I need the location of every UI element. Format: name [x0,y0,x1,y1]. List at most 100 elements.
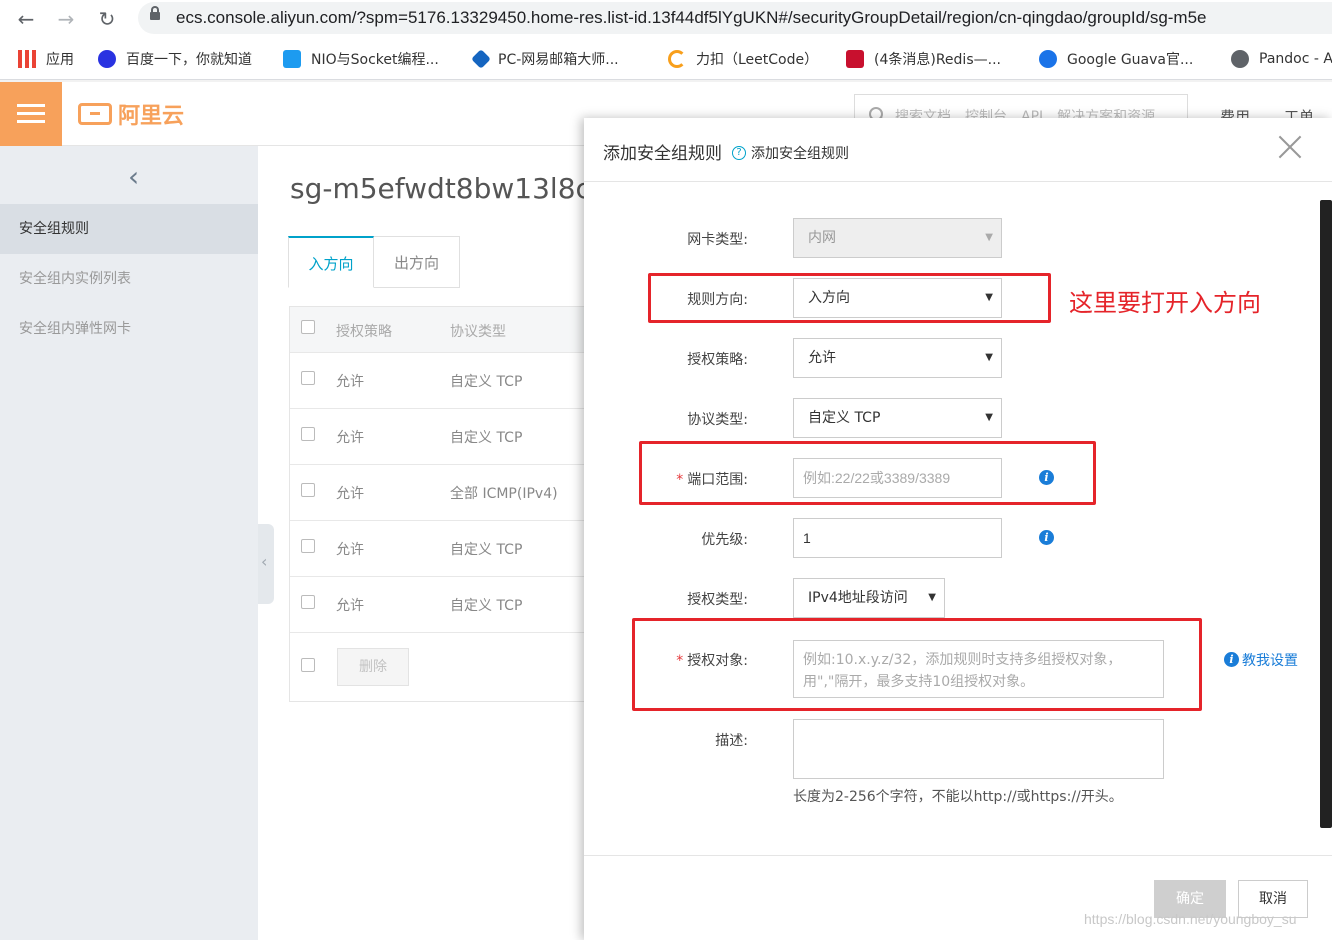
protocol-select[interactable]: 自定义 TCP ▼ [793,398,1002,438]
chevron-down-icon: ▼ [985,412,993,423]
delete-button[interactable]: 删除 [337,648,409,686]
dialog-scrollbar[interactable] [1320,200,1332,828]
dialog-help-link[interactable]: 添加安全组规则 [751,143,849,163]
back-chevron-icon[interactable]: ‹ [128,160,139,193]
row-checkbox[interactable] [301,595,315,609]
bookmark-apps[interactable]: 应用 [18,48,74,70]
row-checkbox[interactable] [301,371,315,385]
annotation-box-direction [648,273,1051,323]
table-row: 允许 全部 ICMP(IPv4) [290,465,590,521]
bookmark-nio[interactable]: NIO与Socket编程... [283,48,439,70]
annotation-text: 这里要打开入方向 [1069,289,1261,317]
annotation-box-auth-object [632,618,1202,711]
protocol-label: 协议类型: [687,412,748,428]
nic-type-value: 内网 [808,230,836,246]
bookmark-baidu[interactable]: 百度一下，你就知道 [98,48,252,70]
row-checkbox[interactable] [301,483,315,497]
info-icon: i [1224,652,1239,667]
auth-type-value: IPv4地址段访问 [808,590,908,606]
help-icon[interactable]: ? [732,146,746,160]
protocol-value: 自定义 TCP [808,410,881,426]
bookmark-label: PC-网易邮箱大师... [498,52,619,68]
description-label: 描述: [715,733,748,749]
chevron-down-icon: ▼ [928,592,936,603]
apps-grid-icon [18,50,36,68]
hamburger-menu-icon[interactable] [0,82,62,146]
logo-text: 阿里云 [118,104,185,129]
table-cell: 允许 [336,542,364,558]
browser-address-bar: ← → ↻ ecs.console.aliyun.com/?spm=5176.1… [0,0,1332,38]
reload-icon[interactable]: ↻ [95,7,119,31]
rules-table: 授权策略 协议类型 允许 自定义 TCP 允许 自定义 TCP 允许 全部 IC… [289,306,590,702]
bulk-checkbox[interactable] [301,658,315,672]
netease-mail-icon [471,49,491,69]
dialog-title: 添加安全组规则 [603,144,722,164]
bookmark-pandoc[interactable]: Pandoc - A [1231,48,1332,70]
table-cell: 自定义 TCP [450,598,523,614]
table-cell: 自定义 TCP [450,374,523,390]
nic-type-label: 网卡类型: [687,232,748,248]
aliyun-logo[interactable]: 阿里云 [78,100,185,129]
row-checkbox[interactable] [301,427,315,441]
add-rule-dialog: 添加安全组规则 ? 添加安全组规则 网卡类型: 内网 ▼ 规则方向: 入方向 ▼… [584,118,1332,940]
teach-me-link[interactable]: 教我设置 [1242,650,1298,670]
csdn-icon [846,50,864,68]
description-hint: 长度为2-256个字符，不能以http://或https://开头。 [793,789,1123,805]
globe-icon [1231,50,1249,68]
bookmark-label: (4条消息)Redis—... [874,52,1001,68]
baidu-paw-icon [98,50,116,68]
table-cell: 允许 [336,486,364,502]
url-text: ecs.console.aliyun.com/?spm=5176.1332945… [176,8,1207,27]
table-cell: 允许 [336,374,364,390]
auth-type-select[interactable]: IPv4地址段访问 ▼ [793,578,945,618]
annotation-box-port-range [639,441,1096,505]
table-cell: 允许 [336,430,364,446]
auth-type-label: 授权类型: [687,592,748,608]
info-icon[interactable]: i [1039,530,1054,545]
priority-label: 优先级: [701,532,748,548]
sidebar-item-instances[interactable]: 安全组内实例列表 [0,254,258,304]
url-field[interactable]: ecs.console.aliyun.com/?spm=5176.1332945… [138,2,1332,34]
bookmark-netease[interactable]: PC-网易邮箱大师... [471,48,619,70]
column-header: 授权策略 [336,324,392,340]
bookmark-guava[interactable]: Google Guava官... [1039,48,1193,70]
close-icon[interactable] [1278,134,1302,158]
bookmark-label: 应用 [46,52,74,68]
table-row: 允许 自定义 TCP [290,577,590,633]
back-icon[interactable]: ← [14,7,38,31]
sidebar-collapse-handle[interactable] [258,524,274,604]
sidebar-item-rules[interactable]: 安全组规则 [0,204,258,254]
nic-type-select: 内网 ▼ [793,218,1002,258]
bookmark-csdn[interactable]: (4条消息)Redis—... [846,48,1001,70]
chevron-down-icon: ▼ [985,232,993,243]
select-all-checkbox[interactable] [301,320,315,334]
bookmark-leetcode[interactable]: 力扣（LeetCode） [668,48,818,70]
forward-icon[interactable]: → [54,7,78,31]
table-row: 允许 自定义 TCP [290,409,590,465]
bookmark-label: NIO与Socket编程... [311,52,439,68]
table-row: 允许 自定义 TCP [290,521,590,577]
column-header: 协议类型 [450,324,506,340]
bookmark-label: 百度一下，你就知道 [126,52,252,68]
bookmark-label: Google Guava官... [1067,52,1194,68]
description-textarea[interactable] [793,719,1164,779]
aliyun-logo-icon [78,103,112,125]
chevron-down-icon: ▼ [985,352,993,363]
table-cell: 自定义 TCP [450,542,523,558]
sidebar-item-enis[interactable]: 安全组内弹性网卡 [0,304,258,354]
leetcode-icon [668,50,686,68]
chat-bubble-icon [283,50,301,68]
table-cell: 全部 ICMP(IPv4) [450,486,558,502]
priority-input[interactable]: 1 [793,518,1002,558]
row-checkbox[interactable] [301,539,315,553]
tab-outbound[interactable]: 出方向 [374,236,460,288]
table-cell: 允许 [336,598,364,614]
policy-select[interactable]: 允许 ▼ [793,338,1002,378]
table-header: 授权策略 协议类型 [290,307,590,353]
dialog-footer: 确定 取消 [584,855,1332,940]
tab-inbound[interactable]: 入方向 [288,236,374,288]
bookmark-label: Pandoc - A [1259,51,1332,67]
policy-label: 授权策略: [687,352,748,368]
gear-icon [1039,50,1057,68]
lock-icon [150,6,160,20]
